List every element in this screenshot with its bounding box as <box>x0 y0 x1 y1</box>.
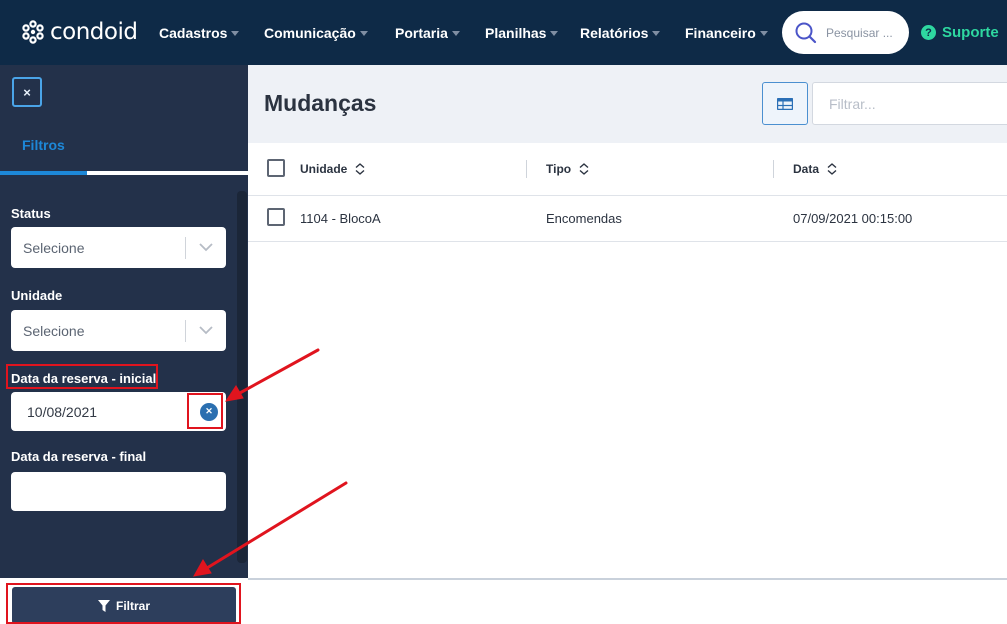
sort-icon <box>827 163 837 175</box>
row-checkbox[interactable] <box>267 208 285 226</box>
chevron-down-icon <box>759 30 768 36</box>
status-select[interactable]: Selecione <box>11 227 226 268</box>
cell-data: 07/09/2021 00:15:00 <box>793 211 913 226</box>
nav-cadastros[interactable]: Cadastros <box>159 24 240 42</box>
chevron-down-icon <box>550 30 559 36</box>
column-separator[interactable] <box>773 160 774 178</box>
chevron-down-icon[interactable] <box>186 310 226 351</box>
nav-comunicacao[interactable]: Comunicação <box>264 24 368 42</box>
sidebar-scrollbar[interactable] <box>237 191 247 563</box>
table-filter-input[interactable]: Filtrar... <box>812 82 1007 125</box>
cell-unidade: 1104 - BlocoA <box>300 211 381 226</box>
sort-icon <box>579 163 589 175</box>
tab-divider <box>87 171 248 175</box>
nav-portaria-label: Portaria <box>395 25 448 41</box>
nav-comunicacao-label: Comunicação <box>264 25 356 41</box>
chevron-down-icon <box>359 30 368 36</box>
clear-date-icon[interactable]: ✕ <box>200 402 218 421</box>
annotation-arrow-clear <box>236 348 320 396</box>
grid-view-button[interactable] <box>762 82 808 125</box>
column-tipo[interactable]: Tipo <box>546 162 589 176</box>
top-navbar: condoid Cadastros Comunicação Portaria P… <box>0 0 1007 65</box>
nav-relatorios-label: Relatórios <box>580 25 649 41</box>
condoid-logo[interactable]: condoid <box>20 17 138 47</box>
data-final-input[interactable] <box>11 472 226 511</box>
chevron-down-icon <box>231 30 240 36</box>
column-data[interactable]: Data <box>793 162 837 176</box>
sort-icon <box>355 163 365 175</box>
close-sidebar-button[interactable]: × <box>12 77 42 107</box>
nav-portaria[interactable]: Portaria <box>395 24 460 42</box>
unidade-select-value: Selecione <box>23 322 85 339</box>
filter-button[interactable]: Filtrar <box>12 587 236 624</box>
select-all-checkbox[interactable] <box>267 159 285 177</box>
column-unidade[interactable]: Unidade <box>300 162 365 176</box>
data-inicial-input[interactable]: 10/08/2021 ✕ <box>11 392 226 431</box>
help-icon: ? <box>921 25 936 40</box>
filter-button-label: Filtrar <box>115 598 150 613</box>
data-inicial-label: Data da reserva - inicial <box>11 371 157 386</box>
chevron-down-icon <box>652 30 661 36</box>
support-label: Suporte <box>942 24 999 41</box>
column-data-label: Data <box>793 162 820 176</box>
nav-planilhas[interactable]: Planilhas <box>485 24 559 42</box>
content-footer-divider <box>248 578 1007 580</box>
logo-icon <box>22 20 44 44</box>
filter-sidebar: × Filtros Status Selecione Unidade Selec… <box>0 65 248 624</box>
column-separator[interactable] <box>526 160 527 178</box>
nav-financeiro[interactable]: Financeiro <box>685 24 768 42</box>
nav-planilhas-label: Planilhas <box>485 25 547 41</box>
data-final-label: Data da reserva - final <box>11 449 147 464</box>
close-icon: × <box>23 84 31 100</box>
table-icon <box>777 97 793 110</box>
nav-cadastros-label: Cadastros <box>159 25 228 41</box>
logo-text: condoid <box>50 19 138 45</box>
support-link[interactable]: ? Suporte <box>921 24 999 41</box>
column-unidade-label: Unidade <box>300 162 348 176</box>
cell-tipo: Encomendas <box>546 211 622 226</box>
unidade-label: Unidade <box>11 288 63 303</box>
nav-financeiro-label: Financeiro <box>685 25 756 41</box>
search-icon <box>795 22 817 43</box>
status-select-value: Selecione <box>23 239 85 256</box>
search-input[interactable]: Pesquisar ... <box>782 11 909 54</box>
data-inicial-value: 10/08/2021 <box>27 403 98 420</box>
chevron-down-icon <box>451 30 460 36</box>
page-title: Mudanças <box>264 90 377 116</box>
status-label: Status <box>11 206 51 221</box>
tab-active-indicator <box>0 171 87 175</box>
chevron-down-icon[interactable] <box>186 227 226 268</box>
column-tipo-label: Tipo <box>546 162 572 176</box>
funnel-icon <box>97 599 110 612</box>
unidade-select[interactable]: Selecione <box>11 310 226 351</box>
nav-relatorios[interactable]: Relatórios <box>580 24 661 42</box>
search-placeholder: Pesquisar ... <box>826 25 893 40</box>
tab-filtros[interactable]: Filtros <box>22 137 65 153</box>
